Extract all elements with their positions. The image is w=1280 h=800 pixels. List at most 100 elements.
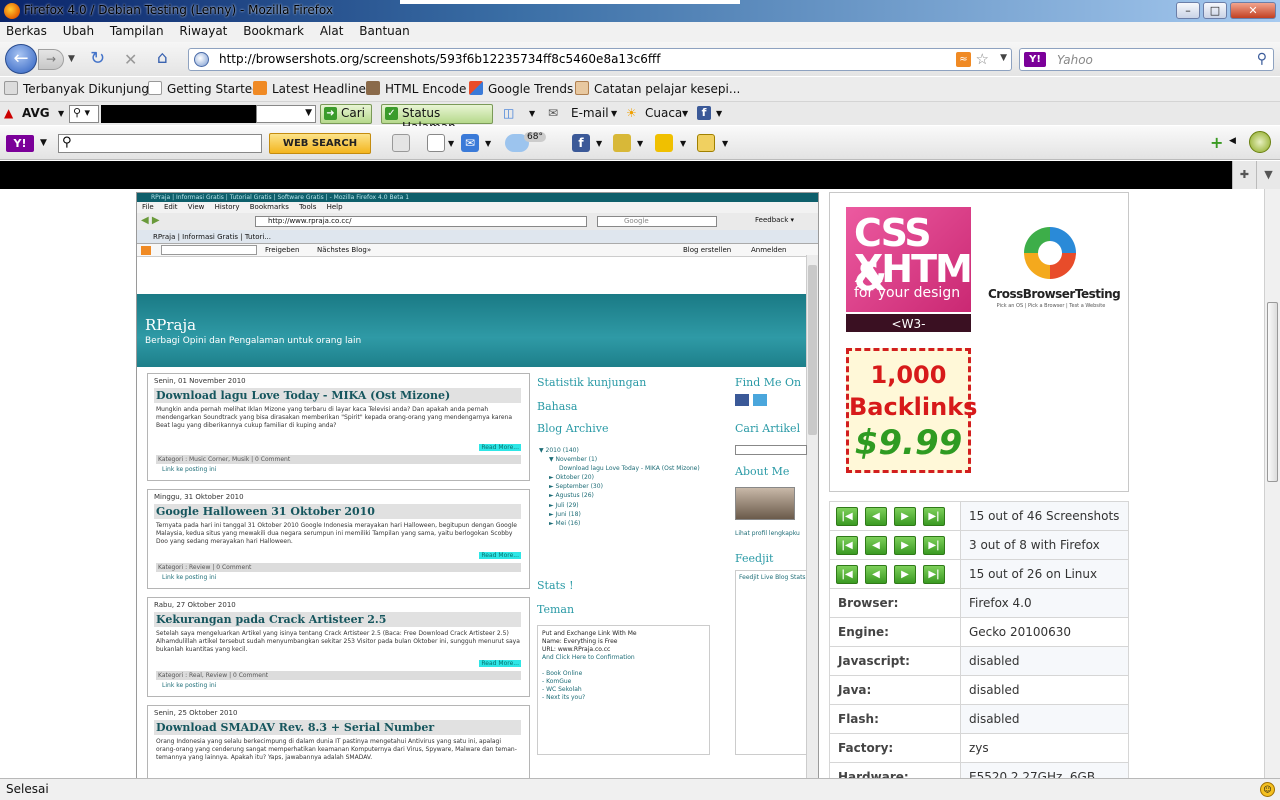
web-search-button[interactable]: WEB SEARCH xyxy=(269,133,371,154)
page-icon xyxy=(148,81,162,95)
page-scrollbar[interactable] xyxy=(1264,189,1280,778)
feedjit-live-label: Feedjit Live Blog Stats xyxy=(739,574,806,581)
stop-icon[interactable]: ✕ xyxy=(124,50,137,69)
email-icon[interactable]: ✉ xyxy=(548,106,558,120)
reload-icon[interactable]: ↻ xyxy=(90,48,105,69)
bookmark-item[interactable]: Catatan pelajar kesepi... xyxy=(575,81,740,96)
pencil-icon[interactable] xyxy=(392,134,410,152)
minimize-button[interactable]: – xyxy=(1176,2,1200,19)
next-button[interactable]: ▶ xyxy=(894,535,916,555)
rss-feed-icon[interactable]: ≈ xyxy=(956,52,971,67)
chevron-down-icon[interactable]: ▼ xyxy=(529,109,535,118)
avg-brand[interactable]: AVG xyxy=(22,106,50,120)
bookmark-item[interactable]: Terbanyak Dikunjungi xyxy=(4,81,152,96)
post-category: Kategori : Review | 0 Comment xyxy=(156,563,521,572)
page-status-button[interactable]: ✓Status Halaman xyxy=(381,104,493,134)
address-bar[interactable]: http://browsershots.org/screenshots/593f… xyxy=(188,48,1012,71)
chevron-down-icon[interactable]: ▼ xyxy=(611,109,617,118)
search-placeholder[interactable]: Yahoo xyxy=(1057,53,1093,67)
weather-icon[interactable]: ☀ xyxy=(626,106,637,120)
chevron-down-icon[interactable]: ▼ xyxy=(596,139,602,148)
avg-logo-icon[interactable]: ▲ xyxy=(4,106,13,120)
avg-search-input[interactable] xyxy=(101,105,256,123)
avg-search-button[interactable]: ➜ Cari xyxy=(320,104,372,124)
bookmark-item[interactable]: Google Trends xyxy=(469,81,573,96)
last-button[interactable]: ▶| xyxy=(923,535,945,555)
chevron-down-icon[interactable]: ▼ xyxy=(40,138,47,148)
bookmark-item[interactable]: Latest Headlines xyxy=(253,81,372,96)
scrollbar-thumb[interactable] xyxy=(1267,302,1278,482)
chevron-left-icon[interactable]: ◀ xyxy=(1229,136,1236,146)
bookmark-item[interactable]: Getting Started xyxy=(148,81,260,96)
backlinks-ad[interactable]: 1,000 Backlinks $9.99 xyxy=(846,348,977,473)
site-identity-icon[interactable] xyxy=(194,52,209,67)
chevron-down-icon[interactable]: ▼ xyxy=(722,139,728,148)
menu-bantuan[interactable]: Bantuan xyxy=(353,22,415,38)
prev-button[interactable]: ◀ xyxy=(865,506,887,526)
post-link: Link ke posting ini xyxy=(162,466,217,473)
prev-button[interactable]: ◀ xyxy=(865,535,887,555)
next-button[interactable]: ▶ xyxy=(894,564,916,584)
menu-tampilan[interactable]: Tampilan xyxy=(104,22,170,38)
bookmark-item[interactable]: HTML Encode xyxy=(366,81,466,96)
menu-berkas[interactable]: Berkas xyxy=(0,22,53,38)
pin-icon[interactable]: ✚ xyxy=(1232,161,1256,189)
chevron-down-icon[interactable]: ▼ xyxy=(680,139,686,148)
page-header-band xyxy=(0,161,1232,189)
search-icon[interactable]: ⚲ xyxy=(1257,51,1267,67)
shield-icon[interactable]: ◫ xyxy=(503,106,514,120)
facebook-icon[interactable]: f xyxy=(697,106,711,120)
mail-icon[interactable]: ✉ xyxy=(461,134,479,152)
last-button[interactable]: ▶| xyxy=(923,564,945,584)
first-button[interactable]: |◀ xyxy=(836,564,858,584)
weather-label[interactable]: Cuaca xyxy=(645,106,682,120)
avg-search-engine-selector[interactable]: ⚲ ▾ xyxy=(69,105,99,123)
address-url[interactable]: http://browsershots.org/screenshots/593f… xyxy=(219,52,660,66)
maximize-button[interactable]: □ xyxy=(1203,2,1227,19)
yahoo-engine-icon[interactable]: Y! xyxy=(1024,52,1046,67)
prev-button[interactable]: ◀ xyxy=(865,564,887,584)
bookmarks-icon[interactable] xyxy=(427,134,445,152)
first-button[interactable]: |◀ xyxy=(836,506,858,526)
history-dropdown-icon[interactable]: ▼ xyxy=(68,54,75,64)
menu-ubah[interactable]: Ubah xyxy=(57,22,100,38)
yahoo-logo-icon[interactable]: Y! xyxy=(6,135,34,152)
menu-riwayat[interactable]: Riwayat xyxy=(173,22,233,38)
ebay-icon[interactable] xyxy=(655,134,673,152)
preview-blog-header: RPraja Berbagi Opini dan Pengalaman untu… xyxy=(137,294,806,367)
close-button[interactable]: ✕ xyxy=(1230,2,1276,19)
next-button[interactable]: ▶ xyxy=(894,506,916,526)
last-button[interactable]: ▶| xyxy=(923,506,945,526)
chevron-down-icon[interactable]: ▼ xyxy=(682,109,688,118)
forward-button[interactable]: → xyxy=(38,49,64,70)
screenshot-preview[interactable]: RPraja | Informasi Gratis | Tutorial Gra… xyxy=(136,192,819,778)
menu-alat[interactable]: Alat xyxy=(314,22,350,38)
settings-icon[interactable] xyxy=(1249,131,1271,153)
clipboard-icon[interactable] xyxy=(697,134,715,152)
sidebar-findme-heading: Find Me On xyxy=(735,376,802,389)
crossbrowsertesting-ad[interactable]: CrossBrowserTesting Pick an OS | Pick a … xyxy=(988,223,1121,323)
back-button[interactable]: ← xyxy=(5,44,37,74)
avg-menu-dropdown-icon[interactable]: ▼ xyxy=(58,109,64,118)
notes-icon[interactable] xyxy=(613,134,631,152)
chevron-down-icon[interactable]: ▼ xyxy=(448,139,454,148)
chevron-down-icon[interactable]: ▼ xyxy=(485,139,491,148)
bookmark-star-icon[interactable]: ☆ xyxy=(976,50,989,68)
home-icon[interactable]: ⌂ xyxy=(157,48,168,68)
facebook-icon[interactable]: f xyxy=(572,134,590,152)
avg-search-dropdown[interactable]: ▼ xyxy=(256,105,316,123)
menu-bookmark[interactable]: Bookmark xyxy=(237,22,310,38)
url-dropdown-icon[interactable]: ▼ xyxy=(1000,53,1007,63)
chevron-down-icon[interactable]: ▼ xyxy=(1256,161,1280,189)
preview-tab: RPraja | Informasi Gratis | Tutori... xyxy=(137,230,818,244)
yahoo-search-input[interactable]: ⚲ xyxy=(58,134,262,153)
first-button[interactable]: |◀ xyxy=(836,535,858,555)
css-xhtml-ad[interactable]: CSS & XHTML for your design <W3-MARKUP.C… xyxy=(846,207,995,351)
email-label[interactable]: E-mail xyxy=(571,106,609,120)
add-icon[interactable]: + xyxy=(1210,133,1223,152)
search-bar[interactable]: Y! Yahoo ⚲ xyxy=(1019,48,1274,71)
info-label: Factory: xyxy=(829,733,961,763)
smiley-icon[interactable]: ☺ xyxy=(1260,782,1275,797)
chevron-down-icon[interactable]: ▼ xyxy=(637,139,643,148)
chevron-down-icon[interactable]: ▼ xyxy=(716,109,722,118)
